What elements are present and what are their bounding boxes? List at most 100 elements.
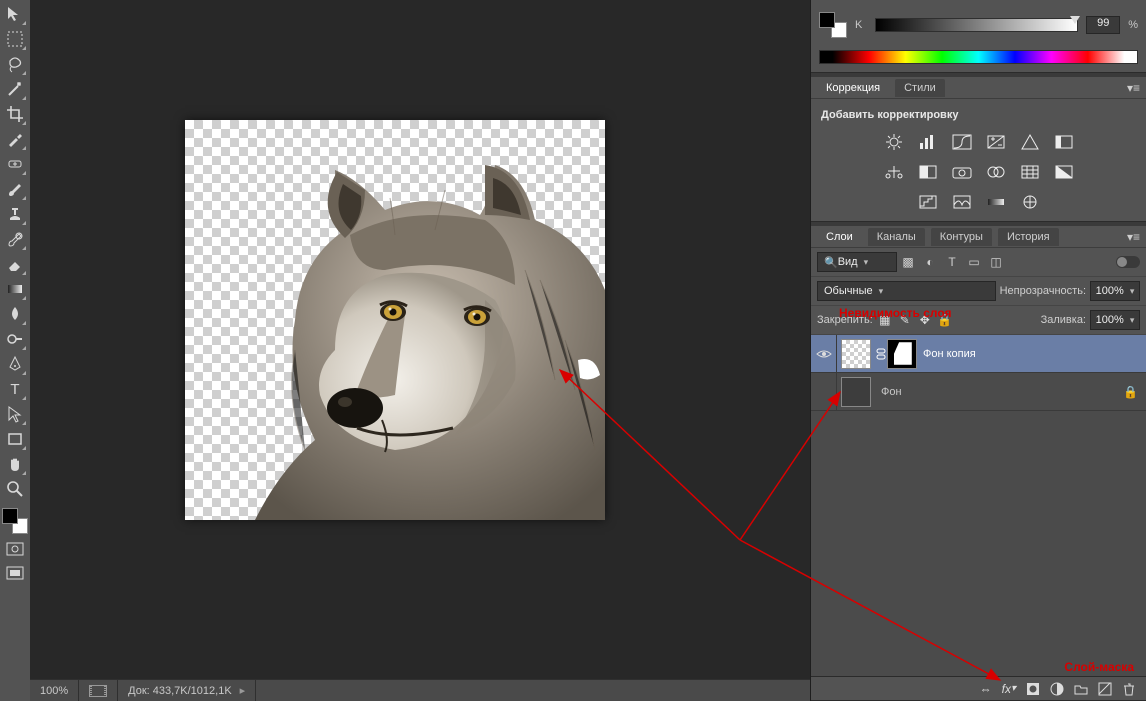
gradient-map-icon[interactable] xyxy=(983,191,1009,213)
brush-tool[interactable] xyxy=(3,177,27,201)
tab-styles[interactable]: Стили xyxy=(895,79,945,97)
eyedropper-tool[interactable] xyxy=(3,127,27,151)
hue-sat-icon[interactable] xyxy=(1051,131,1077,153)
eraser-tool[interactable] xyxy=(3,252,27,276)
visibility-toggle[interactable] xyxy=(811,335,837,372)
pen-tool[interactable] xyxy=(3,352,27,376)
add-mask-icon[interactable] xyxy=(1026,682,1040,696)
panel-menu-icon[interactable]: ▾≡ xyxy=(1127,81,1140,95)
tab-channels[interactable]: Каналы xyxy=(868,228,925,246)
filter-smart-icon[interactable]: ◫ xyxy=(989,255,1003,269)
filter-pixel-icon[interactable]: ▩ xyxy=(901,255,915,269)
canvas-area[interactable] xyxy=(30,0,810,679)
layer-name[interactable]: Фон xyxy=(881,386,902,398)
adjustments-panel: Коррекция Стили ▾≡ Добавить корректировк… xyxy=(811,77,1146,222)
magic-wand-tool[interactable] xyxy=(3,77,27,101)
status-bar: 100% Док: 433,7K/1012,1K▸ xyxy=(30,679,810,701)
color-panel: K 99 % xyxy=(811,0,1146,73)
fx-icon[interactable]: fx▾ xyxy=(1002,682,1016,696)
gradient-tool[interactable] xyxy=(3,277,27,301)
svg-text:T: T xyxy=(10,381,19,398)
chevron-right-icon: ▸ xyxy=(240,684,246,697)
layer-thumb[interactable] xyxy=(841,339,871,369)
bw-icon[interactable] xyxy=(915,161,941,183)
layer-filter-icons: ▩ ◐ T ▭ ◫ xyxy=(901,255,1003,269)
move-tool[interactable] xyxy=(3,2,27,26)
color-lookup-icon[interactable] xyxy=(1017,161,1043,183)
channel-mixer-icon[interactable] xyxy=(983,161,1009,183)
doc-info[interactable]: Док: 433,7K/1012,1K▸ xyxy=(118,680,256,701)
tab-correction[interactable]: Коррекция xyxy=(817,79,889,97)
levels-icon[interactable] xyxy=(915,131,941,153)
filter-toggle[interactable] xyxy=(1116,256,1140,268)
lasso-tool[interactable] xyxy=(3,52,27,76)
filter-shape-icon[interactable]: ▭ xyxy=(967,255,981,269)
threshold-icon[interactable] xyxy=(949,191,975,213)
right-panels: K 99 % Коррекция Стили ▾≡ Добавить корре… xyxy=(810,0,1146,701)
crop-tool[interactable] xyxy=(3,102,27,126)
layer-row-fon[interactable]: Фон 🔒 xyxy=(811,373,1146,411)
tab-layers[interactable]: Слои xyxy=(817,228,862,246)
mask-link-icon[interactable] xyxy=(875,348,887,360)
blend-mode-select[interactable]: Обычные xyxy=(817,281,996,301)
tab-paths[interactable]: Контуры xyxy=(931,228,992,246)
filter-adjust-icon[interactable]: ◐ xyxy=(923,255,937,269)
filmstrip-toggle[interactable] xyxy=(79,680,118,701)
panel-menu-icon[interactable]: ▾≡ xyxy=(1127,230,1140,244)
opacity-value[interactable]: 100% xyxy=(1090,281,1140,301)
k-slider[interactable] xyxy=(875,18,1078,32)
color-balance-icon[interactable] xyxy=(881,161,907,183)
delete-layer-icon[interactable] xyxy=(1122,682,1136,696)
dodge-tool[interactable] xyxy=(3,327,27,351)
path-select-tool[interactable] xyxy=(3,402,27,426)
type-tool[interactable]: T xyxy=(3,377,27,401)
clone-stamp-tool[interactable] xyxy=(3,202,27,226)
layer-mask-thumb[interactable] xyxy=(887,339,917,369)
new-group-icon[interactable] xyxy=(1074,682,1088,696)
color-swatches[interactable] xyxy=(2,508,28,534)
layer-thumb[interactable] xyxy=(841,377,871,407)
photo-filter-icon[interactable] xyxy=(949,161,975,183)
zoom-level[interactable]: 100% xyxy=(30,680,79,701)
visibility-toggle[interactable] xyxy=(811,373,837,410)
selective-color-icon[interactable] xyxy=(1017,191,1043,213)
filter-type-icon[interactable]: T xyxy=(945,255,959,269)
opacity-label: Непрозрачность: xyxy=(1000,285,1086,297)
healing-brush-tool[interactable] xyxy=(3,152,27,176)
adjustments-title: Добавить корректировку xyxy=(819,105,1138,127)
layer-filter-kind[interactable]: 🔍 Вид xyxy=(817,252,897,272)
new-adjustment-icon[interactable] xyxy=(1050,682,1064,696)
lock-pixels-icon[interactable]: ✎ xyxy=(897,312,913,328)
spectrum-ramp[interactable] xyxy=(819,50,1138,64)
link-layers-icon[interactable]: ⇔ xyxy=(980,682,992,696)
document-window[interactable] xyxy=(185,120,605,520)
adjustments-grid xyxy=(869,131,1089,213)
shape-tool[interactable] xyxy=(3,427,27,451)
color-panel-swatches[interactable] xyxy=(819,12,847,38)
invert-icon[interactable] xyxy=(1051,161,1077,183)
fill-value[interactable]: 100% xyxy=(1090,310,1140,330)
fill-label: Заливка: xyxy=(1041,314,1086,326)
quickmask-toggle[interactable] xyxy=(3,540,27,558)
posterize-icon[interactable] xyxy=(915,191,941,213)
blur-tool[interactable] xyxy=(3,302,27,326)
layer-row-fon-copy[interactable]: Фон копия xyxy=(811,335,1146,373)
lock-position-icon[interactable]: ✥ xyxy=(917,312,933,328)
zoom-tool[interactable] xyxy=(3,477,27,501)
new-layer-icon[interactable] xyxy=(1098,682,1112,696)
brightness-icon[interactable] xyxy=(881,131,907,153)
lock-all-icon[interactable]: 🔒 xyxy=(937,312,953,328)
screenmode-toggle[interactable] xyxy=(3,564,27,582)
exposure-icon[interactable] xyxy=(983,131,1009,153)
filmstrip-icon xyxy=(89,685,107,697)
marquee-tool[interactable] xyxy=(3,27,27,51)
tab-history[interactable]: История xyxy=(998,228,1059,246)
k-value[interactable]: 99 xyxy=(1086,16,1120,34)
hand-tool[interactable] xyxy=(3,452,27,476)
history-brush-tool[interactable] xyxy=(3,227,27,251)
foreground-color-swatch[interactable] xyxy=(2,508,18,524)
curves-icon[interactable] xyxy=(949,131,975,153)
lock-transparency-icon[interactable]: ▦ xyxy=(877,312,893,328)
vibrance-icon[interactable] xyxy=(1017,131,1043,153)
layer-name[interactable]: Фон копия xyxy=(923,348,976,360)
